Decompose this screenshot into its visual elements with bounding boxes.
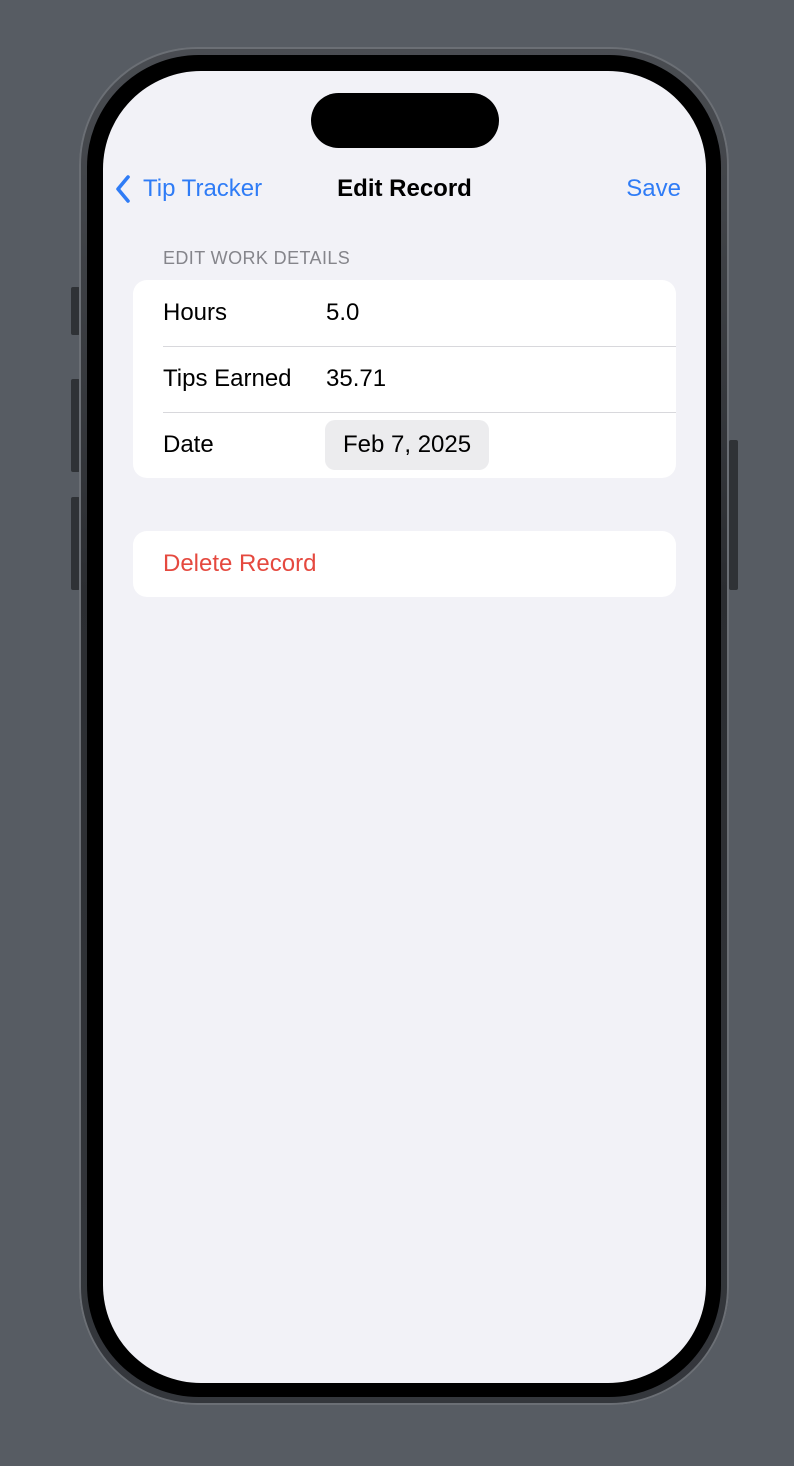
page-title: Edit Record bbox=[337, 175, 472, 202]
navigation-bar: Tip Tracker Edit Record Save bbox=[103, 163, 706, 215]
simulator-stage: Tip Tracker Edit Record Save EDIT WORK D… bbox=[0, 0, 794, 1466]
section-header: EDIT WORK DETAILS bbox=[163, 248, 351, 268]
dynamic-island bbox=[311, 93, 499, 148]
tips-earned-field[interactable] bbox=[326, 365, 626, 393]
phone-screen: Tip Tracker Edit Record Save EDIT WORK D… bbox=[103, 71, 706, 1383]
tips-earned-label: Tips Earned bbox=[163, 365, 292, 392]
save-button[interactable]: Save bbox=[626, 163, 681, 215]
hours-field[interactable] bbox=[326, 299, 626, 327]
hours-row: Hours bbox=[133, 280, 676, 346]
date-row: Date Feb 7, 2025 bbox=[133, 412, 676, 478]
date-picker-button[interactable]: Feb 7, 2025 bbox=[325, 420, 490, 470]
date-label: Date bbox=[163, 431, 214, 458]
tips-row: Tips Earned bbox=[133, 346, 676, 412]
side-power-button bbox=[729, 440, 738, 590]
work-details-card: Hours Tips Earned Date Feb 7, 2025 bbox=[133, 280, 676, 478]
delete-record-button[interactable]: Delete Record bbox=[163, 531, 316, 597]
hours-label: Hours bbox=[163, 299, 228, 326]
delete-card: Delete Record bbox=[133, 531, 676, 597]
